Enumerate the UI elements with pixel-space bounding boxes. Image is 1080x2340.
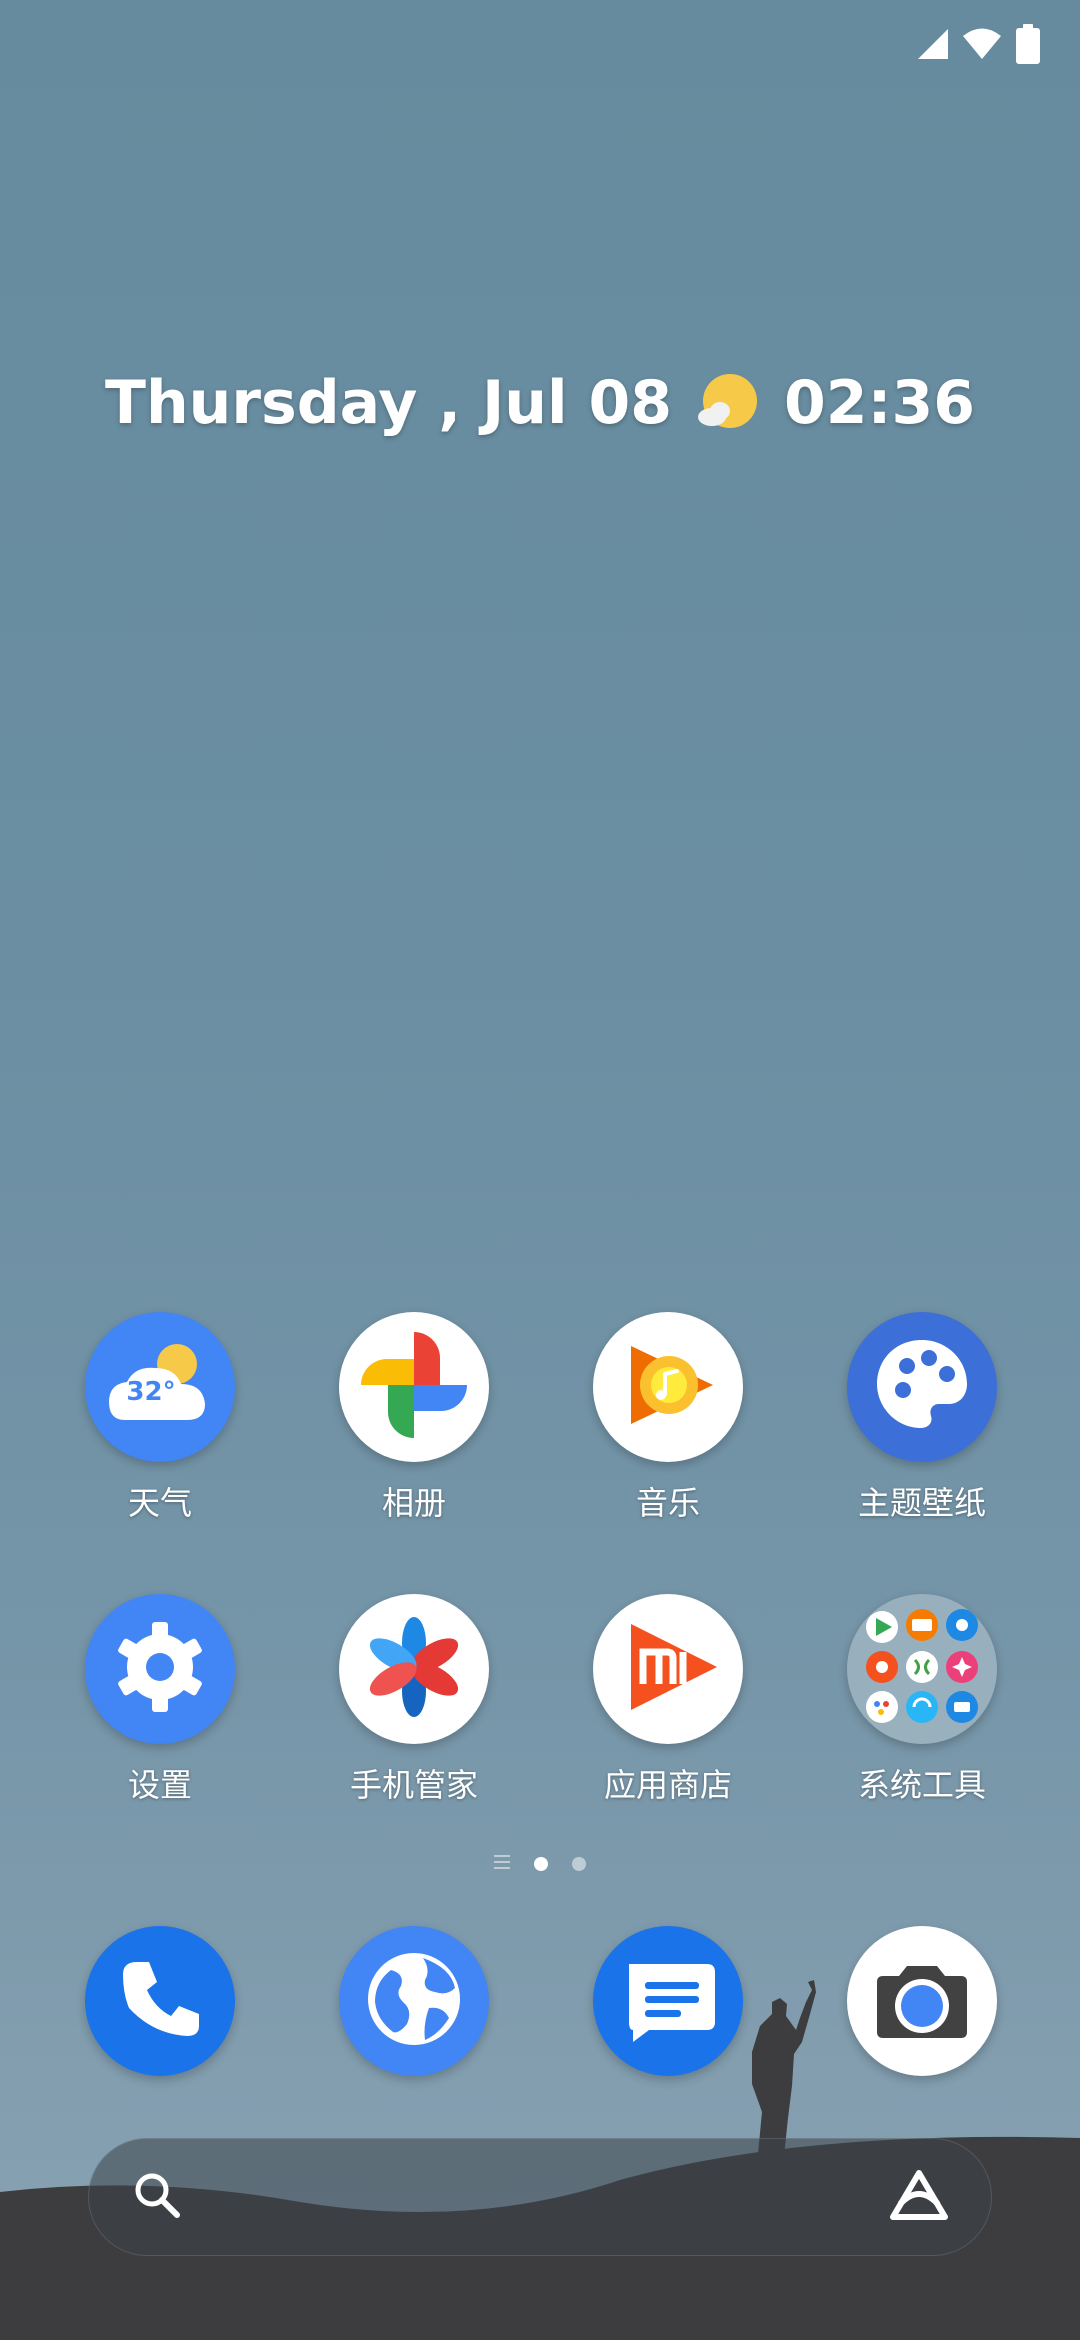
battery-icon (1016, 24, 1040, 64)
app-music[interactable]: 音乐 (548, 1312, 788, 1524)
app-photos[interactable]: 相册 (294, 1312, 534, 1524)
app-store-icon (593, 1594, 743, 1744)
app-folder-tools[interactable]: 系统工具 (802, 1594, 1042, 1806)
app-label: 系统工具 (857, 1766, 986, 1804)
app-label: 相册 (381, 1484, 446, 1522)
wifi-icon (962, 27, 1002, 61)
app-weather[interactable]: 32° 天气 (40, 1312, 280, 1524)
status-bar (914, 22, 1040, 66)
app-themes[interactable]: 主题壁纸 (802, 1312, 1042, 1524)
app-label: 设置 (127, 1766, 192, 1804)
folder-icon (847, 1594, 997, 1744)
dock-browser[interactable] (294, 1926, 534, 2076)
signal-icon (914, 27, 948, 61)
dock-messages[interactable] (548, 1926, 788, 2076)
app-security[interactable]: 手机管家 (294, 1594, 534, 1806)
sun-cloud-icon (696, 371, 760, 435)
messages-icon (593, 1926, 743, 2076)
app-store[interactable]: 应用商店 (548, 1594, 788, 1806)
app-label: 天气 (127, 1484, 192, 1522)
date-text: Thursday , Jul 08 (105, 368, 672, 438)
time-text: 02:36 (783, 368, 975, 438)
security-icon (339, 1594, 489, 1744)
app-label: 主题壁纸 (857, 1484, 986, 1522)
clock-widget[interactable]: Thursday , Jul 08 02:36 (0, 368, 1080, 438)
browser-icon (339, 1926, 489, 2076)
weather-temp: 32° (126, 1377, 175, 1407)
page-indicator[interactable] (0, 1854, 1080, 1873)
gear-icon (85, 1594, 235, 1744)
app-label: 应用商店 (603, 1766, 732, 1804)
weather-icon: 32° (85, 1312, 235, 1462)
assistant-icon[interactable] (887, 2167, 951, 2227)
app-label: 音乐 (635, 1484, 700, 1522)
palette-icon (847, 1312, 997, 1462)
page-dot-active[interactable] (534, 1856, 548, 1871)
page-dot[interactable] (572, 1856, 586, 1871)
camera-icon (847, 1926, 997, 2076)
app-label: 手机管家 (349, 1766, 478, 1804)
search-bar[interactable] (88, 2138, 992, 2256)
page-list-icon[interactable] (494, 1854, 510, 1873)
app-settings[interactable]: 设置 (40, 1594, 280, 1806)
dock-camera[interactable] (802, 1926, 1042, 2076)
search-icon[interactable] (129, 2167, 185, 2227)
music-icon (593, 1312, 743, 1462)
dock-phone[interactable] (40, 1926, 280, 2076)
phone-icon (85, 1926, 235, 2076)
photos-icon (339, 1312, 489, 1462)
